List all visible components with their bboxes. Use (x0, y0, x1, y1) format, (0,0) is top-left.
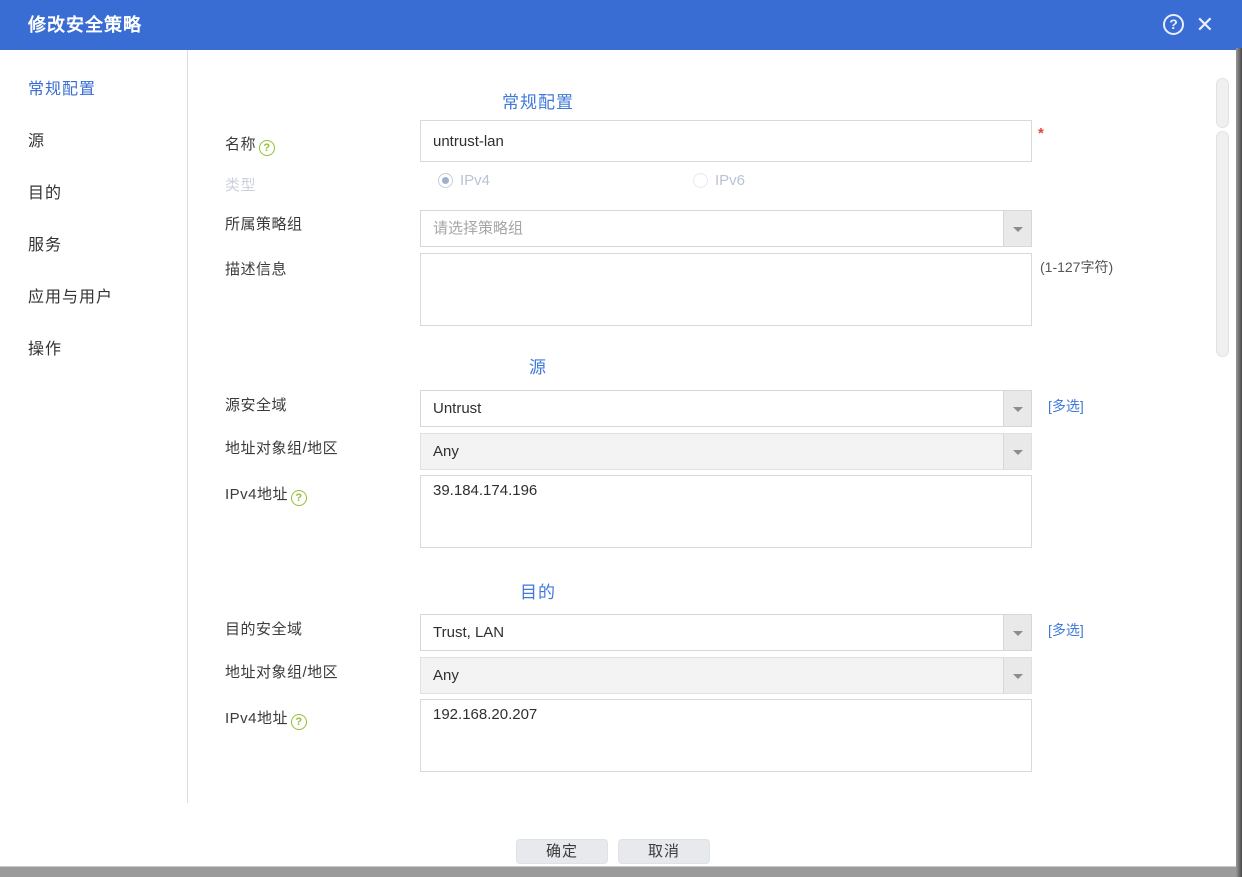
section-title-source: 源 (529, 358, 547, 377)
policy-group-placeholder: 请选择策略组 (433, 220, 524, 237)
name-help-icon[interactable]: ? (259, 140, 276, 156)
destination-zone-arrow-button[interactable] (1003, 615, 1031, 650)
source-address-arrow-button[interactable] (1003, 434, 1031, 469)
form-content: 常规配置 名称? * 类型 IPv4 IPv6 所属策略组 请选择策略组 描述信… (188, 50, 1236, 866)
source-address-dropdown[interactable]: Any (420, 433, 1032, 470)
source-ipv4-label: IPv4地址? (225, 483, 308, 506)
source-address-label: 地址对象组/地区 (225, 440, 339, 457)
policy-group-dropdown[interactable]: 请选择策略组 (420, 210, 1032, 247)
description-label: 描述信息 (225, 261, 288, 278)
destination-ipv4-label: IPv4地址? (225, 707, 308, 730)
scrollbar-thumb-top[interactable] (1216, 78, 1229, 128)
radio-ipv4-label: IPv4 (460, 172, 491, 189)
radio-ipv6-label: IPv6 (715, 172, 746, 189)
destination-ipv4-textarea[interactable]: 192.168.20.207 (420, 699, 1032, 772)
close-icon[interactable]: ✕ (1196, 10, 1214, 40)
radio-ipv4: IPv4 (438, 172, 490, 189)
destination-zone-dropdown[interactable]: Trust, LAN (420, 614, 1032, 651)
dialog-titlebar: 修改安全策略 ? ✕ (0, 0, 1242, 50)
source-zone-multi-select-link[interactable]: [多选] (1048, 396, 1084, 416)
help-icon[interactable]: ? (1163, 14, 1184, 35)
sidebar-item-app-user[interactable]: 应用与用户 (0, 272, 186, 324)
modify-security-policy-dialog: 修改安全策略 ? ✕ 常规配置 源 目的 服务 应用与用户 操作 常规配置 名称… (0, 0, 1242, 877)
destination-zone-value: Trust, LAN (433, 624, 505, 641)
sidebar-item-destination[interactable]: 目的 (0, 168, 186, 220)
destination-address-dropdown[interactable]: Any (420, 657, 1032, 694)
chevron-down-icon (1012, 449, 1023, 460)
sidebar-item-general[interactable]: 常规配置 (0, 64, 186, 116)
section-title-general: 常规配置 (502, 93, 574, 112)
description-textarea[interactable] (420, 253, 1032, 326)
required-asterisk: * (1038, 125, 1044, 142)
cancel-button[interactable]: 取消 (618, 839, 710, 864)
radio-ipv4-icon (438, 173, 453, 188)
destination-ipv4-help-icon[interactable]: ? (291, 714, 308, 730)
destination-address-arrow-button[interactable] (1003, 658, 1031, 693)
radio-ipv6: IPv6 (693, 172, 745, 189)
window-right-edge (1236, 48, 1242, 877)
chevron-down-icon (1012, 406, 1023, 417)
source-ipv4-textarea[interactable]: 39.184.174.196 (420, 475, 1032, 548)
source-ipv4-help-icon[interactable]: ? (291, 490, 308, 506)
policy-group-label: 所属策略组 (225, 216, 303, 233)
name-label: 名称? (225, 133, 276, 156)
radio-ipv6-icon (693, 173, 708, 188)
scrollbar-thumb[interactable] (1216, 131, 1229, 357)
sidebar-item-source[interactable]: 源 (0, 116, 186, 168)
source-zone-dropdown[interactable]: Untrust (420, 390, 1032, 427)
sidebar-item-action[interactable]: 操作 (0, 324, 186, 376)
section-title-destination: 目的 (520, 583, 556, 602)
source-zone-arrow-button[interactable] (1003, 391, 1031, 426)
description-hint: (1-127字符) (1040, 259, 1114, 275)
chevron-down-icon (1012, 673, 1023, 684)
destination-address-value: Any (433, 667, 459, 684)
dialog-title: 修改安全策略 (28, 15, 142, 35)
chevron-down-icon (1012, 630, 1023, 641)
destination-zone-label: 目的安全域 (225, 621, 303, 638)
window-bottom-edge (0, 866, 1242, 877)
ok-button[interactable]: 确定 (516, 839, 608, 864)
type-label: 类型 (225, 177, 257, 194)
chevron-down-icon (1012, 226, 1023, 237)
name-input[interactable] (420, 120, 1032, 162)
source-zone-label: 源安全域 (225, 397, 288, 414)
source-zone-value: Untrust (433, 400, 482, 417)
sidebar-item-service[interactable]: 服务 (0, 220, 186, 272)
policy-group-arrow-button[interactable] (1003, 211, 1031, 246)
destination-zone-multi-select-link[interactable]: [多选] (1048, 620, 1084, 640)
sidebar-nav: 常规配置 源 目的 服务 应用与用户 操作 (0, 64, 186, 376)
destination-address-label: 地址对象组/地区 (225, 664, 339, 681)
source-address-value: Any (433, 443, 459, 460)
